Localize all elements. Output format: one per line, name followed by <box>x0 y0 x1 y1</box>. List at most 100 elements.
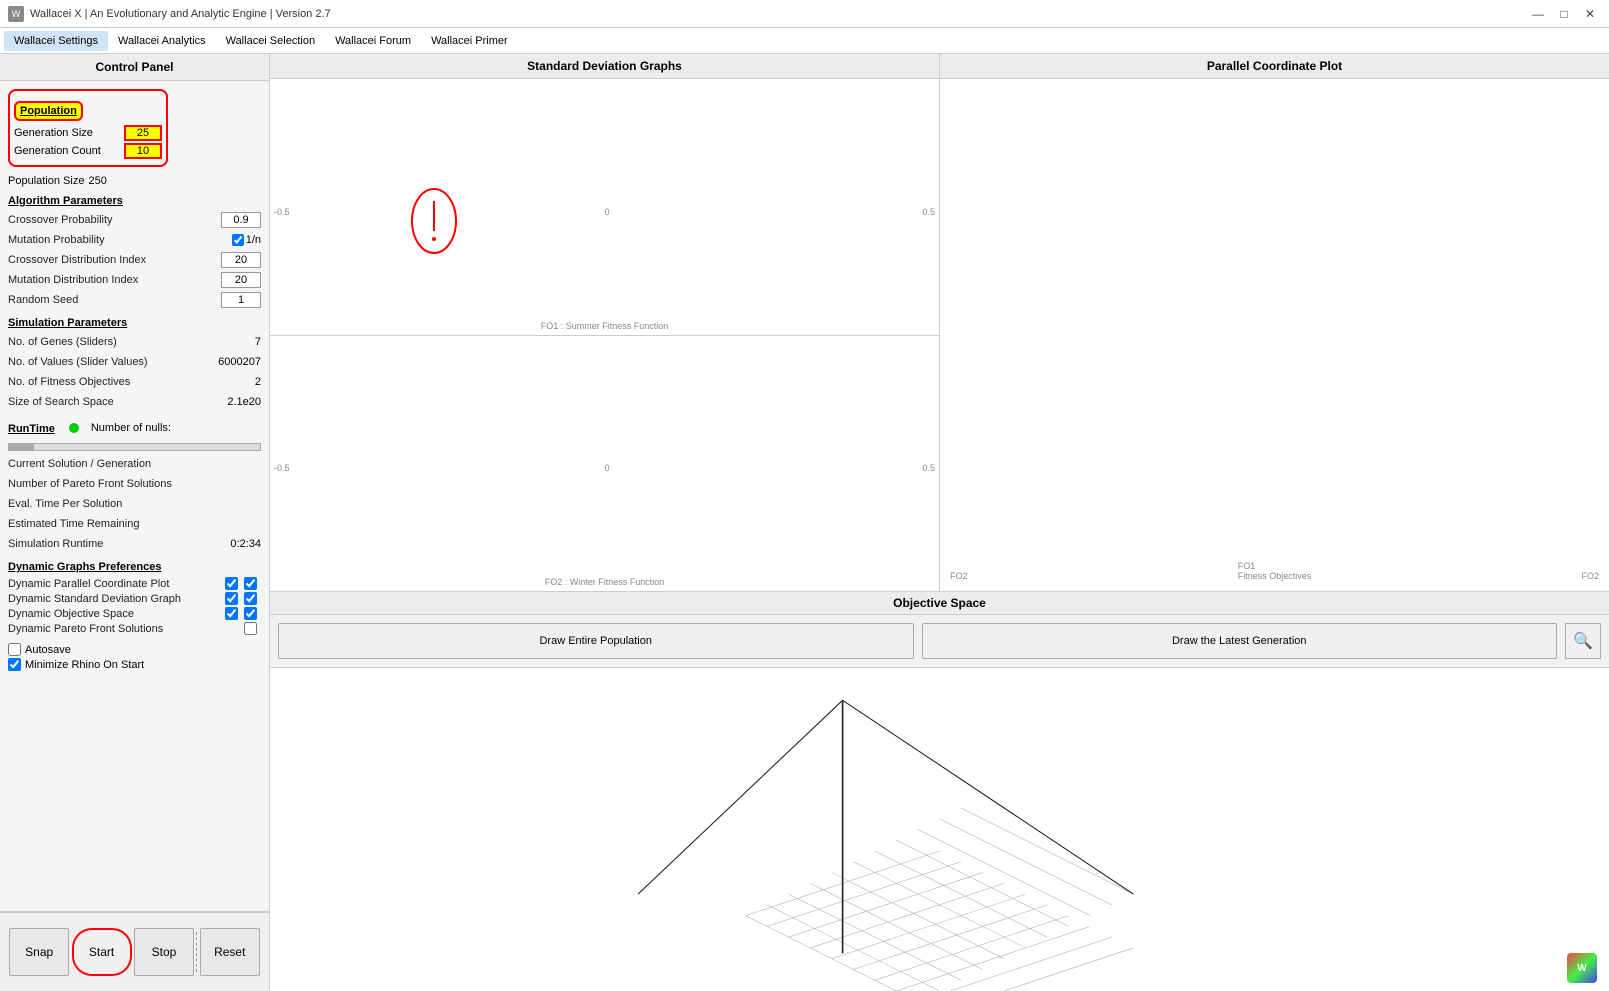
crossover-dist-input[interactable] <box>221 252 261 268</box>
close-button[interactable]: ✕ <box>1579 5 1601 23</box>
generation-count-row: Generation Count <box>14 143 162 159</box>
std-deviation-panel: Standard Deviation Graphs -0.5 0 0.5 FO1… <box>270 54 940 591</box>
mutation-prob-label: Mutation Probability <box>8 234 232 246</box>
num-values-label: No. of Values (Slider Values) <box>8 356 211 368</box>
generation-size-row: Generation Size <box>14 125 162 141</box>
annotation-exclamation <box>404 181 464 261</box>
menu-forum[interactable]: Wallacei Forum <box>325 31 421 51</box>
axis-label-top-right: 0.5 <box>922 207 935 217</box>
menu-primer[interactable]: Wallacei Primer <box>421 31 518 51</box>
progress-bar-container <box>8 443 261 451</box>
minimize-rhino-checkbox[interactable] <box>8 658 21 671</box>
objective-space-panel: Objective Space Draw Entire Population D… <box>270 591 1609 991</box>
estimated-time-row: Estimated Time Remaining <box>8 515 261 533</box>
population-section: Population Generation Size Generation Co… <box>8 89 261 187</box>
simulation-runtime-value: 0:2:34 <box>211 538 261 550</box>
menubar: Wallacei Settings Wallacei Analytics Wal… <box>0 28 1609 54</box>
search-space-label: Size of Search Space <box>8 396 211 408</box>
fo2-parallel-right: FO2 <box>1581 571 1599 581</box>
objective-space-title: Objective Space <box>270 592 1609 615</box>
left-panel: Control Panel Population Generation Size… <box>0 54 270 991</box>
dynamic-parallel-label: Dynamic Parallel Coordinate Plot <box>8 578 225 590</box>
dynamic-obj-check1[interactable] <box>225 607 238 620</box>
simulation-runtime-row: Simulation Runtime 0:2:34 <box>8 535 261 553</box>
runtime-label-row: RunTime Number of nulls: <box>8 417 261 439</box>
dynamic-parallel-check1[interactable] <box>225 577 238 590</box>
random-seed-input[interactable] <box>221 292 261 308</box>
generation-size-label: Generation Size <box>14 127 124 139</box>
generation-count-input[interactable] <box>124 143 162 159</box>
dynamic-parallel-checks <box>225 577 261 590</box>
crossover-dist-row: Crossover Distribution Index <box>8 251 261 269</box>
search-space-row: Size of Search Space 2.1e20 <box>8 393 261 411</box>
mutation-dist-input[interactable] <box>221 272 261 288</box>
fo2-parallel-left: FO2 <box>950 571 968 581</box>
dynamic-obj-row: Dynamic Objective Space <box>8 607 261 620</box>
num-objectives-value: 2 <box>211 376 261 388</box>
objective-buttons-row: Draw Entire Population Draw the Latest G… <box>270 615 1609 668</box>
fo2-label: FO2 : Winter Fitness Function <box>545 577 665 587</box>
dynamic-pareto-row: Dynamic Pareto Front Solutions <box>8 622 261 635</box>
menu-analytics[interactable]: Wallacei Analytics <box>108 31 216 51</box>
fo1-label: FO1 : Summer Fitness Function <box>541 321 669 331</box>
eval-time-row: Eval. Time Per Solution <box>8 495 261 513</box>
mutation-check-wrapper: 1/n <box>232 234 261 246</box>
autosave-section: Autosave Minimize Rhino On Start <box>8 643 261 671</box>
search-space-value: 2.1e20 <box>211 396 261 408</box>
draw-entire-population-button[interactable]: Draw Entire Population <box>278 623 914 659</box>
titlebar-left: W Wallacei X | An Evolutionary and Analy… <box>8 6 331 22</box>
parallel-coordinate-title: Parallel Coordinate Plot <box>940 54 1609 79</box>
search-button[interactable]: 🔍 <box>1565 623 1601 659</box>
crossover-prob-label: Crossover Probability <box>8 214 221 226</box>
mutation-prob-checkbox[interactable] <box>232 234 244 246</box>
dynamic-obj-check2[interactable] <box>244 607 257 620</box>
draw-latest-generation-button[interactable]: Draw the Latest Generation <box>922 623 1558 659</box>
crossover-prob-input[interactable] <box>221 212 261 228</box>
bottom-bar: Snap Start Stop Reset <box>0 911 269 991</box>
minimize-button[interactable]: — <box>1527 5 1549 23</box>
stop-button[interactable]: Stop <box>134 928 194 976</box>
maximize-button[interactable]: □ <box>1553 5 1575 23</box>
generation-count-label: Generation Count <box>14 145 124 157</box>
autosave-checkbox[interactable] <box>8 643 21 656</box>
dynamic-std-check2[interactable] <box>244 592 257 605</box>
random-seed-label: Random Seed <box>8 294 221 306</box>
control-panel-title: Control Panel <box>0 54 269 81</box>
reset-button[interactable]: Reset <box>200 928 260 976</box>
runtime-status-dot <box>69 423 79 433</box>
dynamic-parallel-check2[interactable] <box>244 577 257 590</box>
dynamic-pareto-check1[interactable] <box>244 622 257 635</box>
num-values-row: No. of Values (Slider Values) 6000207 <box>8 353 261 371</box>
algorithm-params-label: Algorithm Parameters <box>8 195 261 207</box>
num-genes-label: No. of Genes (Sliders) <box>8 336 211 348</box>
population-size-label: Population Size <box>8 175 84 187</box>
dynamic-graphs-section: Dynamic Graphs Preferences Dynamic Paral… <box>8 561 261 635</box>
dynamic-std-checks <box>225 592 261 605</box>
runtime-label: RunTime <box>8 423 55 435</box>
simulation-params-section: Simulation Parameters No. of Genes (Slid… <box>8 317 261 411</box>
snap-button[interactable]: Snap <box>9 928 69 976</box>
fo1-parallel: FO1 Fitness Objectives <box>1238 561 1312 581</box>
start-button[interactable]: Start <box>72 928 132 976</box>
menu-settings[interactable]: Wallacei Settings <box>4 31 108 51</box>
pareto-front-row: Number of Pareto Front Solutions <box>8 475 261 493</box>
dynamic-pareto-label: Dynamic Pareto Front Solutions <box>8 623 244 635</box>
wallacei-logo: W <box>1567 953 1597 983</box>
dynamic-std-check1[interactable] <box>225 592 238 605</box>
generation-size-input[interactable] <box>124 125 162 141</box>
num-genes-row: No. of Genes (Sliders) 7 <box>8 333 261 351</box>
population-label: Population <box>14 101 83 121</box>
fitness-objectives-label: Fitness Objectives <box>1238 571 1312 581</box>
autosave-row: Autosave <box>8 643 261 656</box>
simulation-params-label: Simulation Parameters <box>8 317 261 329</box>
std-graph-bottom: -0.5 0 0.5 FO2 : Winter Fitness Function <box>270 336 939 592</box>
algorithm-params-section: Algorithm Parameters Crossover Probabili… <box>8 195 261 309</box>
menu-selection[interactable]: Wallacei Selection <box>216 31 325 51</box>
mutation-prob-row: Mutation Probability 1/n <box>8 231 261 249</box>
progress-bar <box>9 444 34 450</box>
minimize-rhino-label: Minimize Rhino On Start <box>25 659 144 671</box>
3d-grid-group <box>638 700 1133 991</box>
autosave-label: Autosave <box>25 644 71 656</box>
eval-time-label: Eval. Time Per Solution <box>8 498 261 510</box>
axis-label-top-left: -0.5 <box>274 207 290 217</box>
